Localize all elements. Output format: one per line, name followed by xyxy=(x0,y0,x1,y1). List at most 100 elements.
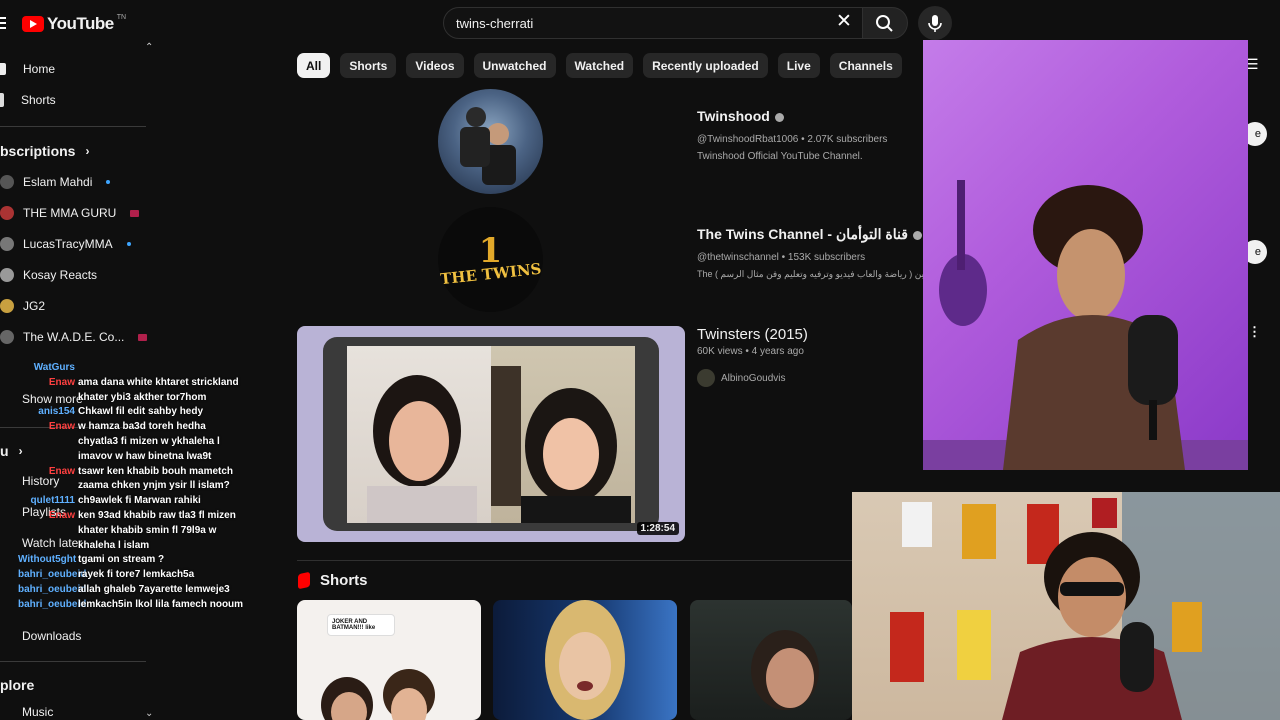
chip-all[interactable]: All xyxy=(297,53,331,78)
search-input[interactable]: twins-cherrati xyxy=(443,7,867,39)
chat-username xyxy=(18,524,78,539)
collapse-caret-icon[interactable]: ⌃ xyxy=(145,42,153,53)
chat-username: Enaw xyxy=(48,421,75,433)
channel-name: The Twins Channel - قناة التوأمان xyxy=(697,226,908,242)
youtube-logo[interactable]: YouTube TN xyxy=(22,14,126,34)
video-channel[interactable]: AlbinoGoudvis xyxy=(697,369,785,387)
chip-live[interactable]: Live xyxy=(777,53,820,78)
menu-icon[interactable] xyxy=(0,14,6,30)
sidebar-item-kosay-reacts[interactable]: Kosay Reacts xyxy=(0,268,97,282)
channel-avatar-twinshood[interactable] xyxy=(438,89,543,194)
sidebar-item-downloads[interactable]: Downloads xyxy=(22,629,81,643)
chat-message: khater khabib smin fl 79l9a w xyxy=(18,524,278,539)
chip-channels[interactable]: Channels xyxy=(829,53,902,78)
live-icon xyxy=(130,209,140,217)
channel-logo-number: 1 xyxy=(478,230,503,271)
sidebar-item-label: THE MMA GURU xyxy=(23,206,117,220)
sidebar-item-the-wade-co[interactable]: The W.A.D.E. Co... xyxy=(0,330,148,344)
chat-username: Enaw xyxy=(48,376,75,388)
chat-username: WatGurs xyxy=(33,362,75,373)
chat-text: zaama chken ynjm ysir ll islam? xyxy=(78,480,230,492)
sidebar-item-label: JG2 xyxy=(23,299,46,313)
sidebar-item-label: Shorts xyxy=(21,93,56,107)
chat-message: bahri_oeubeid rayek fi tore7 lemkach5a xyxy=(18,568,278,583)
short-card[interactable] xyxy=(690,600,852,720)
channel-photo xyxy=(460,107,516,185)
stream-chat-overlay: WatGurs Enaw ama dana white khtaret stric… xyxy=(18,361,278,613)
channel-avatar xyxy=(0,268,14,282)
sidebar-item-eslam-mahdi[interactable]: Eslam Mahdi xyxy=(0,175,111,189)
channel-description: Twinshood Official YouTube Channel. xyxy=(697,151,863,162)
video-channel-name: AlbinoGoudvis xyxy=(721,372,786,384)
live-icon xyxy=(138,333,148,341)
youtube-play-icon xyxy=(22,16,44,32)
shorts-title: Shorts xyxy=(320,572,368,589)
more-options-icon[interactable]: ⋮ xyxy=(1248,324,1261,340)
chat-username xyxy=(18,539,78,554)
search-button[interactable] xyxy=(862,7,908,39)
sidebar-item-lucastracymma[interactable]: LucasTracyMMA xyxy=(0,237,131,251)
video-thumbnail-twinsters[interactable]: 1:28:54 xyxy=(297,326,685,542)
subscribe-button-edge: e xyxy=(1254,128,1261,140)
chat-text: ama dana white khtaret strickland xyxy=(78,376,239,388)
chat-text: chyatla3 fi mizen w ykhaleha l xyxy=(78,435,220,447)
chat-message: qulet1111 ch9awlek fi Marwan rahiki xyxy=(18,494,278,509)
video-frame-right xyxy=(491,346,635,526)
short-card[interactable] xyxy=(493,600,677,720)
chat-username: Without5ght xyxy=(18,554,77,566)
chat-message: imavov w haw binetna lwa9t xyxy=(18,450,278,465)
chat-text: Chkawl fil edit sahby hedy xyxy=(78,406,204,418)
explore-header: plore xyxy=(0,677,34,693)
short-card[interactable]: JOKER AND BATMAN!!! like xyxy=(297,600,481,720)
chat-text: imavov w haw binetna lwa9t xyxy=(78,450,212,462)
mic-icon xyxy=(928,15,942,32)
chat-text: lemkach5in lkol lila famech nooum xyxy=(78,598,244,610)
chat-message: anis154 Chkawl fil edit sahby hedy xyxy=(18,405,278,420)
channel-title-twinshood[interactable]: Twinshood xyxy=(697,108,784,124)
chip-shorts[interactable]: Shorts xyxy=(340,53,397,78)
video-frame-left xyxy=(347,346,491,526)
home-icon xyxy=(0,63,6,75)
streamer-bottom xyxy=(890,492,1280,720)
sidebar-item-music[interactable]: Music xyxy=(22,705,53,719)
chat-message: Enaw ken 93ad khabib raw tla3 fl mizen xyxy=(18,509,278,524)
sidebar-item-label: Home xyxy=(23,62,56,76)
chat-username xyxy=(18,391,78,406)
shorts-icon xyxy=(298,571,310,590)
person-left xyxy=(367,375,477,526)
chip-watched[interactable]: Watched xyxy=(565,53,634,78)
chip-recently-uploaded[interactable]: Recently uploaded xyxy=(643,53,768,78)
chat-text: ken 93ad khabib raw tla3 fl mizen xyxy=(78,509,236,521)
streamer-top xyxy=(923,180,1248,470)
chat-username: bahri_oeubeid xyxy=(18,569,87,581)
sidebar-item-label: LucasTracyMMA xyxy=(23,237,113,251)
subscriptions-header[interactable]: bscriptions › xyxy=(0,143,89,159)
webcam-overlay-bottom xyxy=(852,492,1280,720)
chat-username: Enaw xyxy=(48,509,75,521)
channel-avatar xyxy=(0,206,14,220)
chat-message: khaleha l islam xyxy=(18,539,278,554)
chat-username: bahri_oeubeid xyxy=(18,598,87,610)
new-content-dot xyxy=(106,180,111,184)
chat-username: bahri_oeubeid xyxy=(18,583,87,595)
channel-avatar xyxy=(0,330,14,344)
chat-message: Without5ght tgami on stream ? xyxy=(18,553,278,568)
chat-username xyxy=(18,435,78,450)
sidebar-item-the-mma-guru[interactable]: THE MMA GURU xyxy=(0,206,140,220)
video-title[interactable]: Twinsters (2015) xyxy=(697,326,808,343)
channel-avatar-the-twins[interactable]: 1 THE TWINS xyxy=(438,207,543,312)
verified-icon xyxy=(774,112,784,122)
sidebar-item-home[interactable]: Home xyxy=(0,62,55,76)
sidebar-item-shorts[interactable]: Shorts xyxy=(0,93,56,107)
chip-videos[interactable]: Videos xyxy=(406,53,464,78)
channel-title-the-twins[interactable]: The Twins Channel - قناة التوأمان xyxy=(697,226,922,243)
filter-chips: All Shorts Videos Unwatched Watched Rece… xyxy=(297,53,902,78)
voice-search-button[interactable] xyxy=(918,6,952,40)
chevron-right-icon: › xyxy=(85,144,90,158)
subscribe-button-edge: e xyxy=(1254,246,1261,258)
chip-unwatched[interactable]: Unwatched xyxy=(473,53,556,78)
shorts-icon xyxy=(0,93,4,107)
logo-text: YouTube xyxy=(47,14,114,33)
clear-icon[interactable]: ✕ xyxy=(836,12,852,31)
sidebar-item-jg2[interactable]: JG2 xyxy=(0,299,45,313)
